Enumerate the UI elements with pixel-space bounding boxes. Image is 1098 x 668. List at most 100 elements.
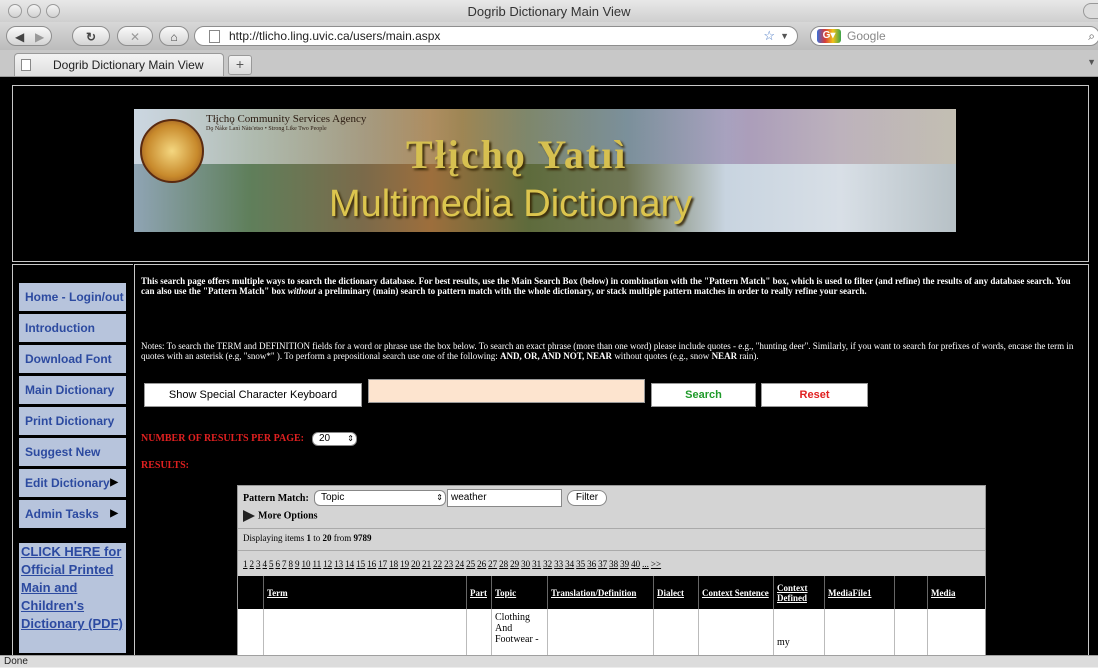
pattern-value-input[interactable]: weather [447,489,562,507]
google-engine-icon[interactable]: G▾ [817,29,841,43]
web-search-placeholder: Google [847,29,886,43]
printed-dictionary-link[interactable]: CLICK HERE for Official Printed Main and… [19,543,126,653]
page-link[interactable]: 31 [532,559,541,569]
page-link[interactable]: 22 [433,559,442,569]
tab-dogrib-dictionary[interactable]: Dogrib Dictionary Main View [14,53,224,76]
page-link[interactable]: 38 [609,559,618,569]
bookmark-star-icon[interactable]: ☆ [763,27,775,45]
page-link[interactable]: 28 [499,559,508,569]
page-link[interactable]: 35 [576,559,585,569]
sidebar-item-home[interactable]: Home - Login/out [19,283,126,311]
column-header-part[interactable]: Part [466,576,491,609]
intro-paragraph: This search page offers multiple ways to… [141,276,1071,296]
page-link[interactable]: >> [651,559,661,569]
play-button-cell[interactable] [894,609,927,655]
page-link[interactable]: 27 [488,559,497,569]
web-search-field[interactable]: G▾ Google ⌕ [810,26,1098,46]
page-link[interactable]: 21 [422,559,431,569]
sidebar-item-label: Edit Dictionary [25,476,110,490]
page-link[interactable]: 19 [400,559,409,569]
page-link[interactable]: 1 [243,559,248,569]
page-link[interactable]: 18 [389,559,398,569]
row-expand-cell[interactable] [238,609,263,655]
sidebar-item-introduction[interactable]: Introduction [19,314,126,342]
page-link[interactable]: 7 [282,559,287,569]
page-icon [21,59,31,71]
page-link[interactable]: 11 [313,559,322,569]
page-link[interactable]: 4 [263,559,268,569]
sidebar-item-edit-dictionary[interactable]: Edit Dictionary ▶ [19,469,126,497]
sidebar-item-suggest-new[interactable]: Suggest New [19,438,126,466]
banner-motto: Dǫ Nàke Lanì Nàts'etso • Strong Like Two… [206,126,327,132]
address-bar[interactable]: http://tlicho.ling.uvic.ca/users/main.as… [194,26,798,46]
address-text: http://tlicho.ling.uvic.ca/users/main.as… [229,29,441,43]
page-link[interactable]: 36 [587,559,596,569]
page-link[interactable]: 15 [356,559,365,569]
page-link[interactable]: 2 [250,559,255,569]
column-header-term[interactable]: Term [263,576,466,609]
stop-button[interactable]: ✕ [117,26,153,46]
sidebar-item-download-font[interactable]: Download Font [19,345,126,373]
pattern-field-select[interactable]: Topic ⇕ [314,490,446,506]
column-header-mediafile1[interactable]: MediaFile1 [824,576,894,609]
reload-button[interactable]: ↻ [72,26,110,46]
page-link[interactable]: 20 [411,559,420,569]
page-link[interactable]: 37 [598,559,607,569]
toolbar-toggle-button[interactable] [1083,3,1098,19]
column-header-media[interactable]: Media [927,576,985,609]
sidebar-item-admin-tasks[interactable]: Admin Tasks ▶ [19,500,126,528]
page-link[interactable]: 23 [444,559,453,569]
results-per-page-select[interactable]: 20 ⇕ [312,432,357,446]
column-header-translation[interactable]: Translation/Definition [547,576,653,609]
dialect-cell [653,609,698,655]
page-link[interactable]: 24 [455,559,464,569]
page-link[interactable]: 10 [302,559,311,569]
special-keyboard-button[interactable]: Show Special Character Keyboard [144,383,362,407]
tab-overflow-icon[interactable]: ▼ [1087,57,1096,67]
page-link[interactable]: 32 [543,559,552,569]
new-tab-button[interactable]: + [228,55,252,75]
page-link[interactable]: 39 [620,559,629,569]
column-header-context-defined[interactable]: Context Defined [773,576,824,609]
page-link[interactable]: 3 [256,559,261,569]
page-link[interactable]: 16 [367,559,376,569]
more-options-toggle[interactable]: More Options [243,510,318,522]
filter-button[interactable]: Filter [567,490,607,506]
search-button[interactable]: Search [651,383,756,407]
page-link[interactable]: 6 [276,559,281,569]
page-link[interactable]: 13 [334,559,343,569]
page-link[interactable]: 12 [323,559,332,569]
back-forward-group: ◀ ▶ [6,26,52,46]
column-header-dialect[interactable]: Dialect [653,576,698,609]
page-link[interactable]: 9 [295,559,300,569]
page-link[interactable]: 30 [521,559,530,569]
pattern-match-label: Pattern Match: [243,493,309,504]
page-link[interactable]: ... [642,559,649,569]
history-dropdown-icon[interactable]: ▼ [780,27,789,45]
window-title: Dogrib Dictionary Main View [467,4,631,19]
column-header-context-sentence[interactable]: Context Sentence [698,576,773,609]
page-link[interactable]: 14 [345,559,354,569]
home-button[interactable]: ⌂ [159,26,189,46]
sidebar-item-main-dictionary[interactable]: Main Dictionary [19,376,126,404]
page-link[interactable]: 33 [554,559,563,569]
search-icon[interactable]: ⌕ [1088,27,1095,45]
media-cell[interactable] [927,609,985,655]
submenu-arrow-icon: ▶ [110,508,118,519]
back-arrow-icon[interactable]: ◀ [15,27,24,47]
page-link[interactable]: 17 [378,559,387,569]
reset-button[interactable]: Reset [761,383,868,407]
term-cell [263,609,466,655]
page-link[interactable]: 40 [631,559,640,569]
page-link[interactable]: 29 [510,559,519,569]
column-header-topic[interactable]: Topic [491,576,547,609]
page-link[interactable]: 5 [269,559,274,569]
main-search-input[interactable] [368,379,645,403]
page-link[interactable]: 25 [466,559,475,569]
page-link[interactable]: 34 [565,559,574,569]
sidebar-item-print-dictionary[interactable]: Print Dictionary [19,407,126,435]
page-link[interactable]: 8 [289,559,294,569]
forward-arrow-icon[interactable]: ▶ [35,27,44,47]
site-banner: Tłįchǫ Community Services Agency Dǫ Nàke… [134,109,956,232]
page-link[interactable]: 26 [477,559,486,569]
